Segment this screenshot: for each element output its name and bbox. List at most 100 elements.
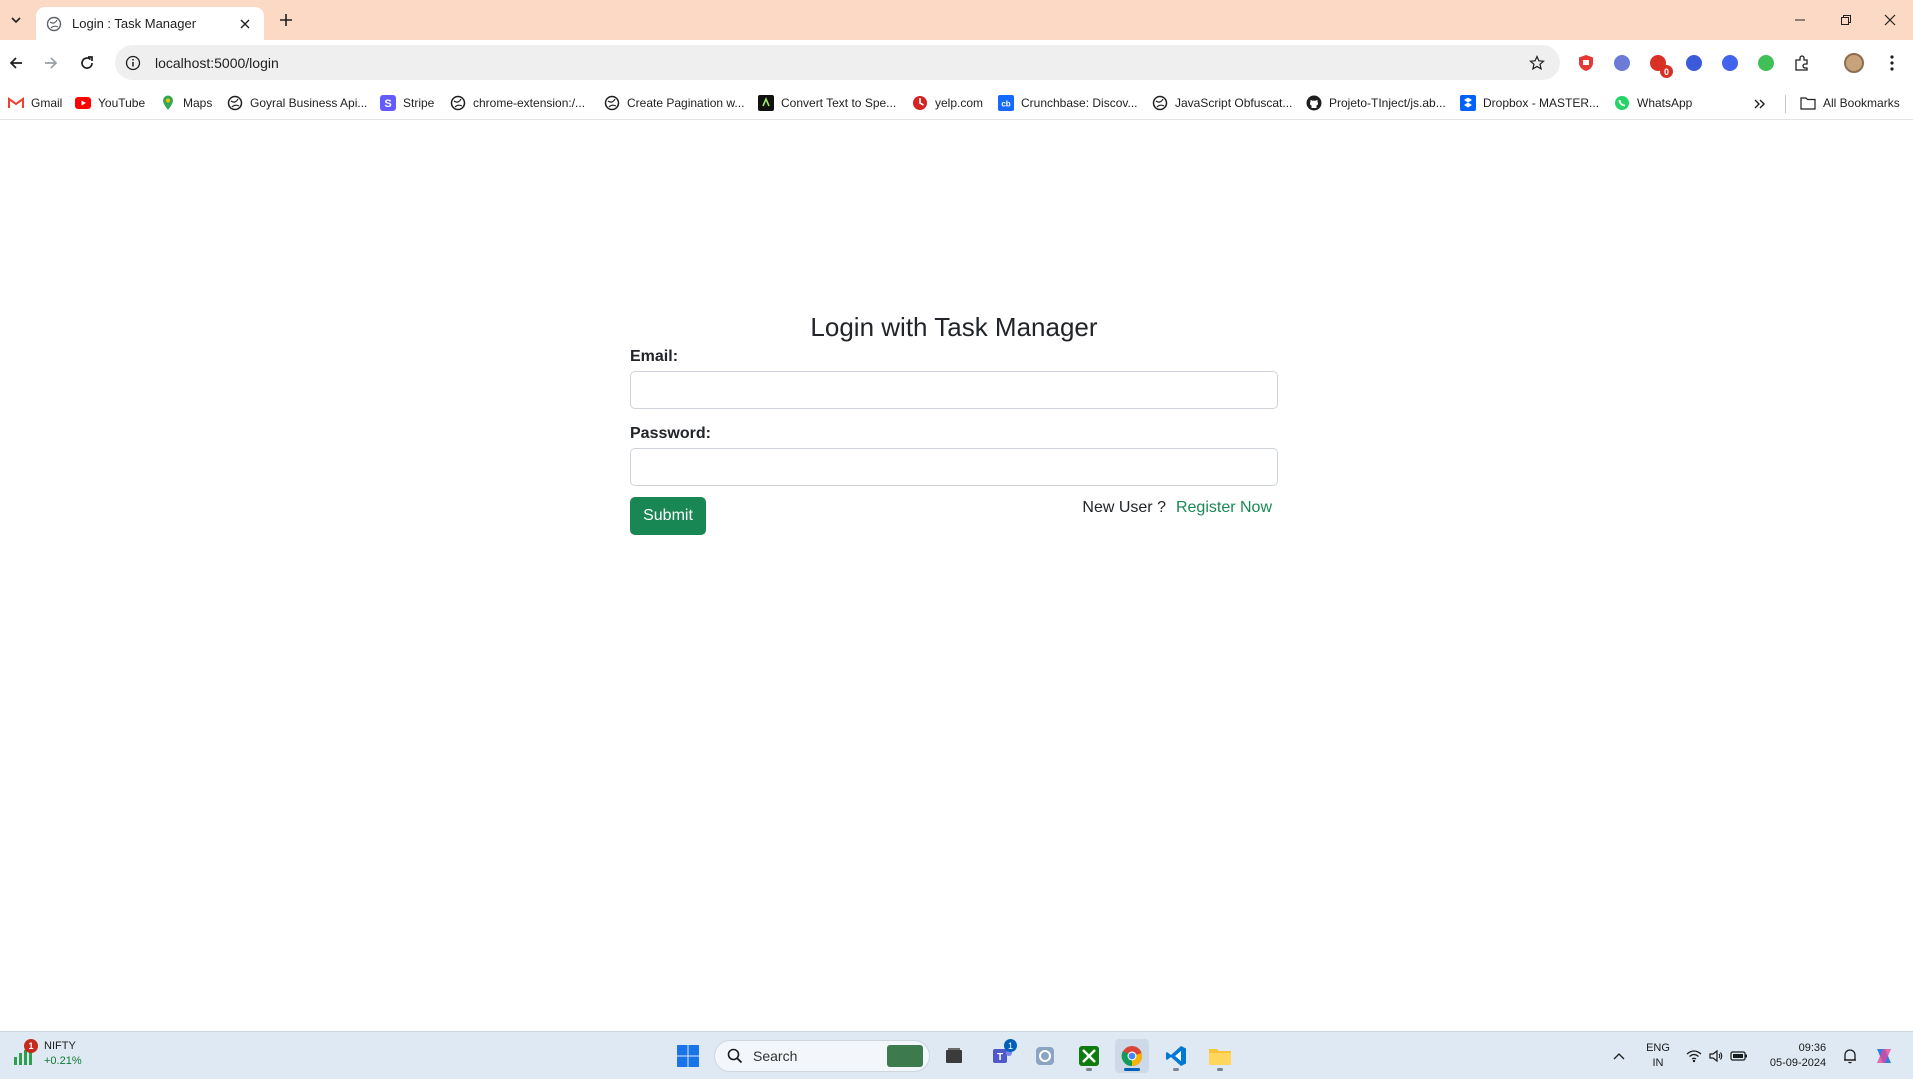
bookmark-pagination[interactable]: Create Pagination w... [604,92,744,114]
chevron-up-icon [1613,1053,1625,1060]
more-bookmarks-button[interactable] [1748,94,1772,114]
search-icon [727,1048,743,1064]
search-highlight-image [887,1045,923,1067]
new-tab-button[interactable] [274,8,298,32]
bookmark-label: JavaScript Obfuscat... [1175,96,1293,110]
language-indicator[interactable]: ENG IN [1640,1032,1676,1079]
whatsapp-extension-icon[interactable] [1755,52,1777,74]
bookmark-label: Dropbox - MASTER... [1483,96,1600,110]
teams-app[interactable]: T 1 [985,1039,1019,1073]
maps-icon [160,95,176,111]
crunchbase-icon: cb [998,95,1014,111]
bookmark-goyral[interactable]: Goyral Business Api... [227,92,367,114]
bookmark-whatsapp[interactable]: WhatsApp [1614,92,1692,114]
bookmark-star-icon[interactable] [1526,52,1548,74]
bookmark-stripe[interactable]: S Stripe [380,92,434,114]
restore-button[interactable] [1823,0,1869,40]
bookmark-yelp[interactable]: yelp.com [912,92,983,114]
address-bar[interactable]: localhost:5000/login [115,45,1560,80]
puzzle-extensions-icon[interactable] [1791,52,1813,74]
profile-avatar[interactable] [1843,52,1865,74]
chrome-icon [1121,1046,1142,1067]
minimize-button[interactable] [1777,0,1823,40]
badge-extension-icon[interactable]: 0 [1647,52,1673,78]
xbox-app[interactable] [1072,1039,1106,1073]
quick-settings-button[interactable] [1684,1032,1750,1079]
copilot-icon [1877,1049,1891,1063]
password-field[interactable] [630,448,1278,486]
bookmark-label: chrome-extension:/... [473,96,586,110]
back-button[interactable] [1,48,31,78]
chrome-app[interactable] [1115,1039,1149,1073]
xbox-icon [1079,1046,1099,1066]
start-button[interactable] [671,1039,705,1073]
clock-date: 05-09-2024 [1769,1057,1827,1069]
folder-icon [1800,95,1816,111]
menu-kebab-icon[interactable] [1881,52,1903,74]
dropbox-icon [1460,95,1476,111]
submit-button[interactable]: Submit [630,497,706,535]
bookmark-label: Maps [183,96,213,110]
bookmark-label: Create Pagination w... [627,96,745,110]
security-app[interactable] [1028,1039,1062,1073]
file-explorer-app[interactable] [1203,1039,1237,1073]
register-link[interactable]: Register Now [1176,499,1272,517]
clock[interactable]: 09:36 05-09-2024 [1762,1032,1834,1079]
bookmark-github[interactable]: Projeto-TInject/js.ab... [1306,92,1446,114]
close-window-button[interactable] [1867,0,1913,40]
running-indicator [1173,1068,1179,1071]
url-text[interactable]: localhost:5000/login [155,55,1526,71]
bookmark-maps[interactable]: Maps [160,92,212,114]
copilot-button[interactable] [1868,1032,1900,1079]
extension-badge: 0 [1660,65,1673,78]
active-tab[interactable]: Login : Task Manager [36,7,264,40]
form-actions: Submit New User ? Register Now [630,497,1278,535]
circle-extension-icon[interactable] [1611,52,1633,74]
notifications-button[interactable] [1838,1032,1862,1079]
active-indicator [1124,1068,1140,1071]
reload-button[interactable] [72,48,102,78]
all-bookmarks-button[interactable]: All Bookmarks [1800,92,1900,114]
chat-extension-icon[interactable] [1683,52,1705,74]
app-circle-icon [1036,1047,1054,1065]
gmail-icon [8,95,24,111]
bookmark-label: Crunchbase: Discov... [1021,96,1138,110]
close-tab-icon[interactable] [236,15,254,33]
bookmark-youtube[interactable]: YouTube [75,92,145,114]
send-extension-icon[interactable] [1719,52,1741,74]
running-indicator [1086,1068,1092,1071]
search-placeholder: Search [753,1048,798,1064]
vscode-app[interactable] [1159,1039,1193,1073]
taskbar-search[interactable]: Search [714,1040,930,1072]
bookmark-dropbox[interactable]: Dropbox - MASTER... [1460,92,1599,114]
show-hidden-icons-button[interactable] [1606,1032,1632,1079]
widget-name: NIFTY [44,1040,76,1052]
bookmark-chrome-extension[interactable]: chrome-extension:/... [450,92,585,114]
tab-search-button[interactable] [4,8,28,32]
bookmark-js-obfuscator[interactable]: JavaScript Obfuscat... [1152,92,1292,114]
forward-button[interactable] [36,48,66,78]
site-info-icon[interactable] [123,53,143,73]
register-prompt: New User ? Register Now [1082,499,1272,517]
shield-extension-icon[interactable] [1575,52,1597,74]
windows-taskbar: 1 NIFTY +0.21% Search T 1 ENG IN 09:36 0… [0,1031,1913,1079]
teams-badge: 1 [1004,1039,1017,1052]
bookmark-gmail[interactable]: Gmail [8,92,62,114]
bookmark-label: Projeto-TInject/js.ab... [1329,96,1446,110]
bookmark-label: Goyral Business Api... [250,96,368,110]
stock-widget[interactable]: 1 NIFTY +0.21% [12,1039,82,1069]
bookmark-label: WhatsApp [1637,96,1693,110]
bookmark-text-to-speech[interactable]: Convert Text to Spe... [758,92,896,114]
task-view-button[interactable] [937,1039,971,1073]
globe-icon [227,95,243,111]
bookmark-label: yelp.com [935,96,984,110]
bell-icon [1844,1049,1856,1064]
bookmark-crunchbase[interactable]: cb Crunchbase: Discov... [998,92,1138,114]
globe-icon [1152,95,1168,111]
globe-icon [604,95,620,111]
widget-badge: 1 [24,1039,38,1053]
bookmark-label: Stripe [403,96,435,110]
github-icon [1306,95,1322,111]
bookmarks-bar: Gmail YouTube Maps Goyral Business Api..… [0,86,1913,120]
email-field[interactable] [630,371,1278,409]
